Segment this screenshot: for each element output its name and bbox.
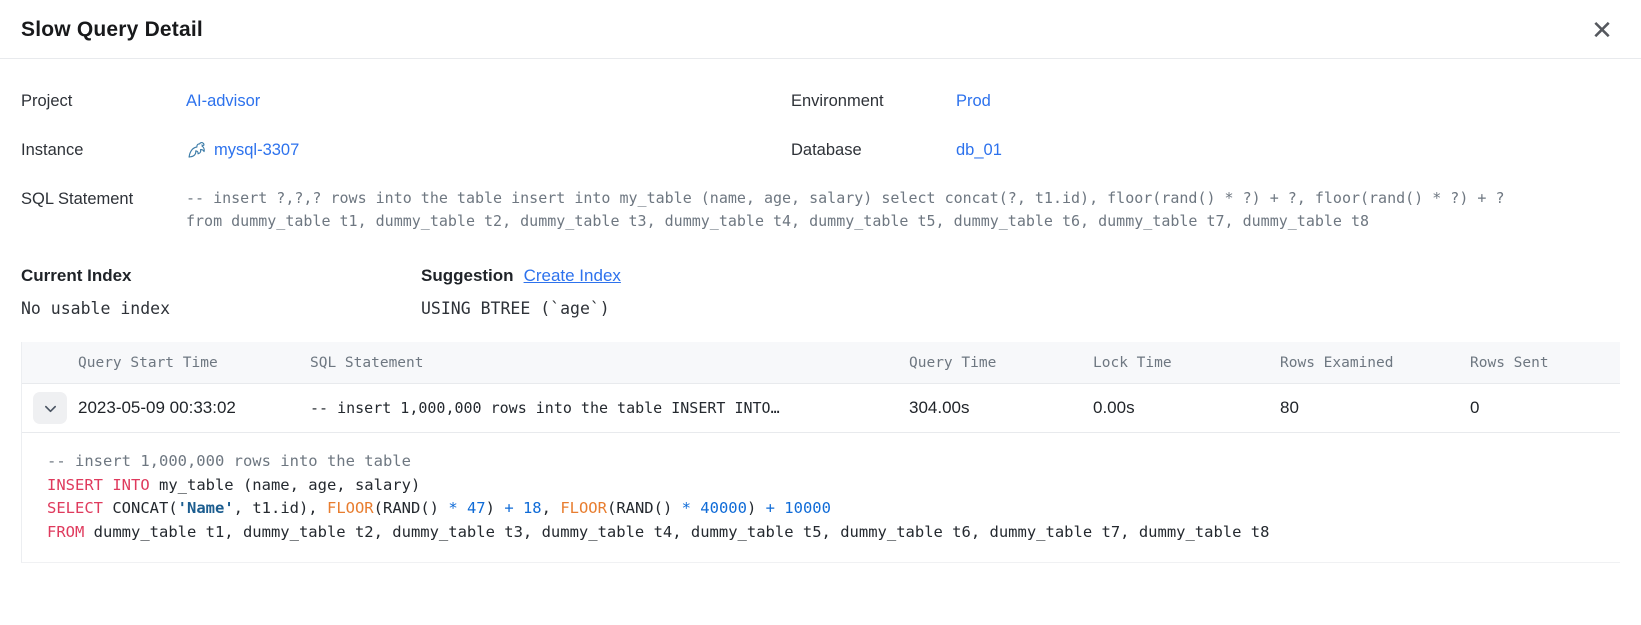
info-row-project-environment: Project AI-advisor Environment Prod: [21, 89, 1620, 113]
project-link[interactable]: AI-advisor: [186, 89, 260, 113]
database-link[interactable]: db_01: [956, 138, 1002, 162]
info-row-sql-statement: SQL Statement -- insert ?,?,? rows into …: [21, 187, 1620, 232]
suggestion-value: USING BTREE (`age`): [421, 299, 621, 318]
info-section: Project AI-advisor Environment Prod Inst…: [0, 59, 1641, 232]
index-section: Current Index No usable index Suggestion…: [0, 260, 1641, 318]
header-rows-examined: Rows Examined: [1280, 355, 1470, 371]
chevron-down-icon: [43, 401, 58, 416]
header-query-start-time: Query Start Time: [78, 355, 310, 371]
cell-rows-sent: 0: [1470, 398, 1620, 418]
modal-header: Slow Query Detail ✕: [0, 0, 1641, 58]
project-label: Project: [21, 89, 186, 113]
expand-row-button[interactable]: [33, 392, 67, 424]
cell-rows-examined: 80: [1280, 398, 1470, 418]
mysql-dolphin-icon: [186, 140, 207, 161]
create-index-link[interactable]: Create Index: [524, 266, 621, 286]
instance-label: Instance: [21, 138, 186, 162]
environment-label: Environment: [791, 89, 956, 113]
sql-line: FROM dummy_table t1, dummy_table t2, dum…: [47, 521, 1600, 545]
header-query-time: Query Time: [909, 355, 1093, 371]
header-lock-time: Lock Time: [1093, 355, 1280, 371]
info-row-instance-database: Instance mysql-3307 Database db_01: [21, 138, 1620, 162]
header-sql-statement: SQL Statement: [310, 355, 909, 371]
suggestion-label: Suggestion: [421, 266, 514, 286]
sql-line: SELECT CONCAT('Name', t1.id), FLOOR(RAND…: [47, 497, 1600, 521]
cell-sql-preview: -- insert 1,000,000 rows into the table …: [310, 399, 909, 417]
table-header-row: Query Start Time SQL Statement Query Tim…: [22, 342, 1620, 383]
slow-query-table: Query Start Time SQL Statement Query Tim…: [21, 342, 1620, 563]
cell-query-time: 304.00s: [909, 398, 1093, 418]
expanded-sql: -- insert 1,000,000 rows into the tableI…: [22, 433, 1620, 562]
sql-line: INSERT INTO my_table (name, age, salary): [47, 474, 1600, 498]
header-rows-sent: Rows Sent: [1470, 355, 1620, 371]
sql-line: -- insert 1,000,000 rows into the table: [47, 450, 1600, 474]
environment-link[interactable]: Prod: [956, 89, 991, 113]
sql-statement-text: -- insert ?,?,? rows into the table inse…: [186, 187, 1536, 232]
page-title: Slow Query Detail: [21, 18, 203, 42]
sql-statement-label: SQL Statement: [21, 187, 186, 232]
database-label: Database: [791, 138, 956, 162]
close-icon[interactable]: ✕: [1587, 15, 1617, 45]
instance-link[interactable]: mysql-3307: [214, 138, 299, 162]
cell-lock-time: 0.00s: [1093, 398, 1280, 418]
table-row[interactable]: 2023-05-09 00:33:02 -- insert 1,000,000 …: [22, 383, 1620, 433]
current-index-value: No usable index: [21, 299, 421, 318]
current-index-label: Current Index: [21, 266, 132, 286]
cell-query-start-time: 2023-05-09 00:33:02: [78, 398, 310, 418]
